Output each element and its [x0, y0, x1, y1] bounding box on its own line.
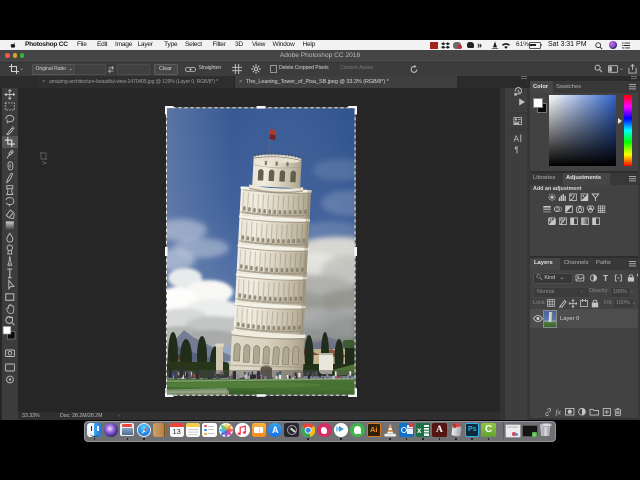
svg-text:A: A [514, 135, 520, 144]
svg-text:T: T [603, 273, 608, 283]
svg-text:¶: ¶ [515, 146, 519, 155]
svg-text:fx: fx [556, 407, 562, 416]
